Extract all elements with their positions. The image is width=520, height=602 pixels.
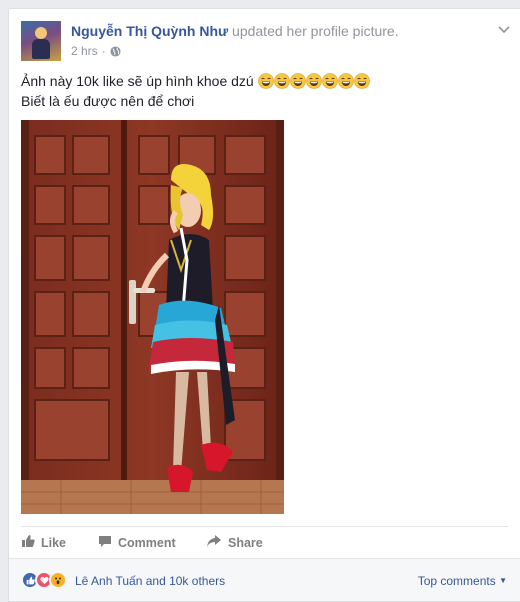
top-comments-dropdown[interactable]: Top comments ▼ [418, 574, 507, 588]
laughing-emoji-icon [273, 73, 290, 89]
post-timestamp[interactable]: 2 hrs [71, 44, 98, 58]
post-text-line-2: Biết là ếu được nên để chơi [21, 93, 195, 109]
post-meta: 2 hrs · [71, 44, 121, 58]
laughing-emoji-icon [353, 73, 370, 89]
thumbs-up-icon [21, 534, 41, 551]
laughing-emoji-group [257, 73, 370, 89]
post-action-text: updated her profile picture. [232, 23, 399, 39]
post-title-line: Nguyễn Thị Quỳnh Như updated her profile… [71, 23, 399, 39]
chevron-down-icon[interactable] [496, 21, 512, 37]
globe-icon[interactable] [110, 45, 121, 57]
post-text-line-1: Ảnh này 10k like sẽ úp hình khoe dzú [21, 71, 501, 91]
laughing-emoji-icon [305, 73, 322, 89]
post-text-line-1-content: Ảnh này 10k like sẽ úp hình khoe dzú [21, 73, 254, 89]
comment-label: Comment [118, 535, 176, 550]
laughing-emoji-icon [337, 73, 354, 89]
reactions-summary[interactable]: Lê Anh Tuấn and 10k others [75, 574, 225, 588]
meta-separator: · [101, 44, 106, 58]
comment-bubble-icon [98, 534, 118, 551]
avatar[interactable] [21, 21, 61, 61]
post-actions-bar: Like Comment Share [21, 526, 508, 558]
reactions-bar: Lê Anh Tuấn and 10k others Top comments … [9, 558, 520, 601]
comment-button[interactable]: Comment [98, 534, 206, 551]
caret-down-icon: ▼ [499, 576, 507, 585]
laughing-emoji-icon [321, 73, 338, 89]
author-name[interactable]: Nguyễn Thị Quỳnh Như [71, 23, 228, 39]
share-button[interactable]: Share [206, 534, 286, 551]
profile-photo[interactable] [21, 120, 284, 514]
top-comments-label: Top comments [417, 574, 496, 588]
post-card: Nguyễn Thị Quỳnh Như updated her profile… [8, 8, 520, 602]
laughing-emoji-icon [257, 73, 274, 89]
reaction-icons[interactable] [21, 571, 67, 589]
share-label: Share [228, 535, 263, 550]
like-label: Like [41, 535, 67, 550]
wow-reaction-icon [49, 571, 67, 589]
post-text: Ảnh này 10k like sẽ úp hình khoe dzú Biế… [21, 71, 501, 111]
like-button[interactable]: Like [21, 534, 101, 551]
share-arrow-icon [206, 534, 228, 551]
laughing-emoji-icon [289, 73, 306, 89]
post-header: Nguyễn Thị Quỳnh Như updated her profile… [21, 21, 510, 61]
